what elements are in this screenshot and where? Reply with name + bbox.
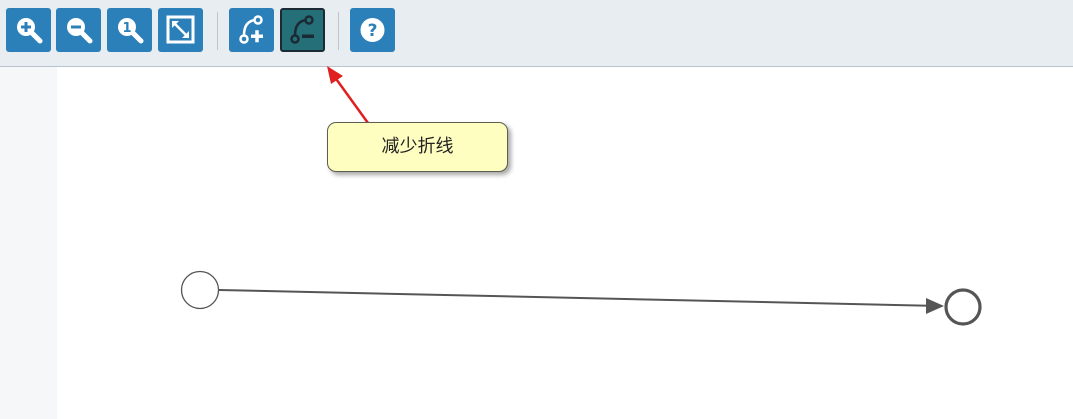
end-node[interactable] xyxy=(944,288,982,326)
diagram-overlay xyxy=(180,66,982,326)
connector-edge[interactable] xyxy=(218,289,942,307)
start-node[interactable] xyxy=(180,270,220,310)
tooltip: 减少折线 xyxy=(327,122,508,172)
tooltip-text: 减少折线 xyxy=(381,136,454,157)
annotation-arrow xyxy=(327,66,370,124)
edge-arrowhead xyxy=(926,298,944,314)
